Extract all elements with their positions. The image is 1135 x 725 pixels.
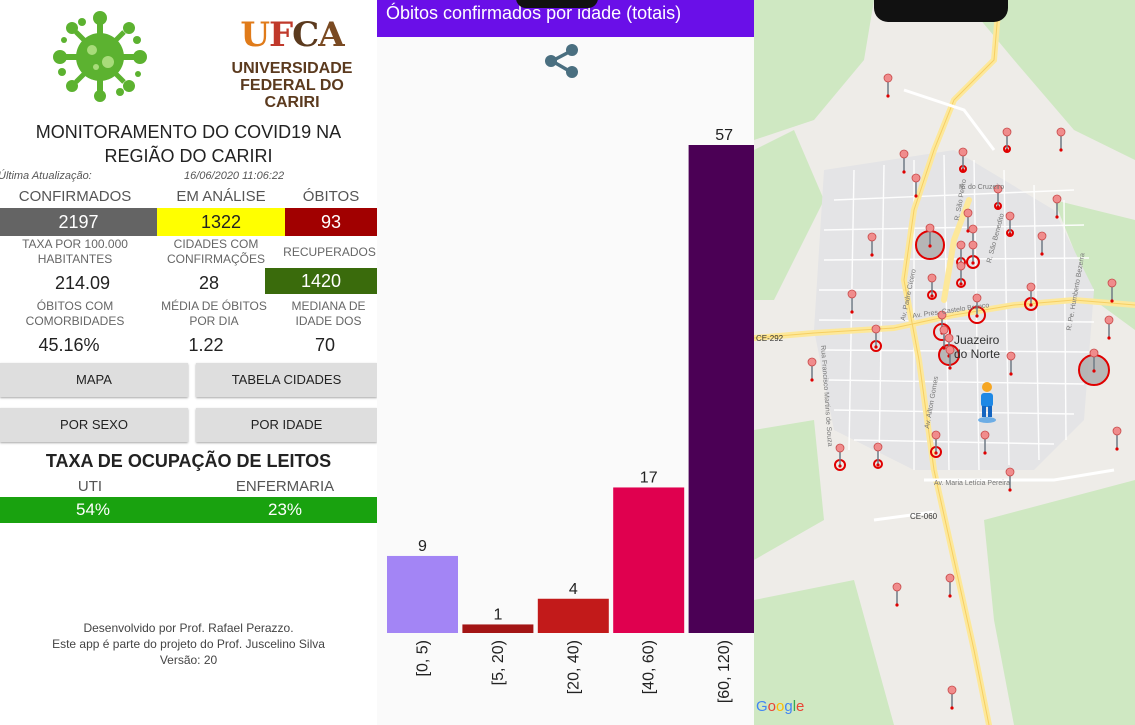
case-pin-icon[interactable]	[947, 685, 957, 710]
person-icon[interactable]	[976, 380, 998, 424]
avg-deaths-label-line2: POR DIA	[189, 314, 239, 328]
road-label-ce060: CE-060	[910, 512, 938, 521]
recovered-label: RECUPERADOS	[283, 245, 376, 259]
case-pin-icon[interactable]	[834, 443, 846, 471]
app-version: Versão: 20	[159, 653, 218, 667]
university-name-line1: UNIVERSIDADE	[231, 60, 353, 77]
street-label: Av. Maria Letícia Pereira	[934, 480, 1010, 487]
case-pin-icon[interactable]	[1112, 426, 1122, 451]
bar-4	[688, 145, 754, 633]
case-pin-icon[interactable]	[1104, 315, 1114, 340]
map-button[interactable]: MAPA	[0, 363, 188, 397]
ufca-logo-mark: UFCA	[240, 15, 344, 55]
virus-logo-icon	[53, 11, 147, 102]
age-chart-screen: Óbitos confirmados por idade (totais) 9[…	[377, 0, 754, 725]
university-name-line2: FEDERAL DO CARIRI	[240, 77, 344, 111]
median-age-value: 70	[314, 335, 336, 355]
cities-value: 28	[198, 273, 220, 293]
case-pin-icon[interactable]	[873, 442, 883, 469]
cities-label-line2: CONFIRMAÇÕES	[166, 252, 265, 266]
avg-deaths-label: MÉDIA DE ÓBITOS POR DIA	[150, 299, 278, 329]
beds-occupancy-title: TAXA DE OCUPAÇÃO DE LEITOS	[45, 451, 332, 471]
home-screen: UFCA UNIVERSIDADE FEDERAL DO CARIRI MONI…	[0, 0, 377, 725]
rate-label: TAXA POR 100.000 HABITANTES	[0, 237, 150, 267]
bar-value-label: 1	[493, 606, 502, 623]
ward-label: ENFERMARIA	[235, 478, 335, 495]
page-title: MONITORAMENTO DO COVID19 NA REGIÃO DO CA…	[0, 120, 377, 168]
cities-label: CIDADES COM CONFIRMAÇÕES	[150, 237, 282, 267]
university-name: UNIVERSIDADE FEDERAL DO CARIRI	[212, 60, 372, 111]
rate-value: 214.09	[54, 273, 111, 293]
by-age-button[interactable]: POR IDADE	[196, 408, 377, 442]
map-canvas[interactable]	[754, 0, 1135, 725]
rate-label-line1: TAXA POR 100.000	[22, 237, 128, 251]
rate-label-line2: HABITANTES	[37, 252, 113, 266]
camera-notch	[874, 0, 1008, 22]
case-pin-icon[interactable]	[892, 582, 902, 607]
recovered-value: 1420	[265, 268, 377, 294]
bar-value-label: 17	[640, 469, 658, 486]
analysis-label: EM ANÁLISE	[176, 188, 266, 205]
bar-value-label: 4	[569, 581, 578, 598]
last-update-label: Última Atualização:	[0, 170, 92, 182]
bar-3	[613, 487, 685, 633]
category-tick-label: [60, 120)	[716, 640, 733, 703]
avg-deaths-value: 1.22	[188, 335, 224, 355]
icu-value: 54%	[75, 500, 111, 519]
bar-0	[387, 555, 458, 633]
confirmed-label: CONFIRMADOS	[18, 188, 132, 205]
last-update-value: 16/06/2020 11:06:22	[184, 170, 285, 182]
by-sex-button[interactable]: POR SEXO	[0, 408, 188, 442]
comorbidities-label-line2: COMORBIDADES	[25, 314, 125, 328]
ward-value: 23%	[267, 500, 303, 519]
case-pin-icon[interactable]	[1002, 127, 1012, 153]
case-pin-icon[interactable]	[945, 573, 955, 598]
page-title-line2: REGIÃO DO CARIRI	[104, 146, 273, 166]
bar-value-label: 9	[418, 538, 427, 555]
median-age-label: MEDIANA DE IDADE DOS	[280, 299, 377, 329]
case-pin-icon[interactable]	[1056, 127, 1066, 152]
icu-label: UTI	[77, 478, 103, 495]
median-age-label-line1: MEDIANA DE	[291, 299, 366, 313]
bar-1	[462, 624, 534, 633]
age-deaths-bar-chart: 9 [0, 5) 1 [5, 20) 4 [20, 40) 17 [40, 60) 57 [60,…	[387, 127, 754, 703]
deaths-value: 93	[285, 208, 377, 236]
case-pin-icon[interactable]	[807, 357, 817, 382]
road-label-ce292: CE-292	[756, 334, 784, 343]
median-age-label-line2: IDADE DOS	[295, 314, 362, 328]
case-pin-icon[interactable]	[883, 73, 893, 98]
deaths-label: ÓBITOS	[302, 188, 360, 205]
footer-credits: Desenvolvido por Prof. Rafael Perazzo. E…	[0, 620, 377, 668]
category-tick-label: [20, 40)	[565, 640, 582, 694]
confirmed-value: 2197	[0, 208, 157, 236]
google-attribution: Google	[756, 698, 805, 715]
comorbidities-label: ÓBITOS COM COMORBIDADES	[0, 299, 150, 329]
comorbidities-value: 45.16%	[38, 335, 100, 355]
map-screen: R. do Cruzeiro R. São Pedro R. São Bened…	[754, 0, 1135, 725]
city-label-line2: do Norte	[954, 347, 1001, 361]
avg-deaths-label-line1: MÉDIA DE ÓBITOS	[161, 299, 267, 313]
category-tick-label: [0, 5)	[415, 640, 432, 676]
category-tick-label: [5, 20)	[490, 640, 507, 685]
cities-label-line1: CIDADES COM	[173, 237, 259, 251]
page-title-line1: MONITORAMENTO DO COVID19 NA	[35, 122, 342, 142]
city-label-line1: Juazeiro	[954, 333, 1000, 347]
bar-value-label: 57	[715, 127, 733, 144]
analysis-value: 1322	[157, 208, 285, 236]
footer-line2: Este app é parte do projeto do Prof. Jus…	[52, 637, 325, 651]
footer-line1: Desenvolvido por Prof. Rafael Perazzo.	[83, 621, 294, 635]
bar-2	[537, 598, 609, 633]
city-label: Juazeiro do Norte	[954, 333, 1000, 361]
city-table-button[interactable]: TABELA CIDADES	[196, 363, 377, 397]
comorbidities-label-line1: ÓBITOS COM	[36, 299, 114, 313]
ufca-logo: UFCA UNIVERSIDADE FEDERAL DO CARIRI	[212, 15, 372, 111]
category-tick-label: [40, 60)	[641, 640, 658, 694]
beds-occupancy-bar: 54% 23%	[0, 497, 377, 523]
